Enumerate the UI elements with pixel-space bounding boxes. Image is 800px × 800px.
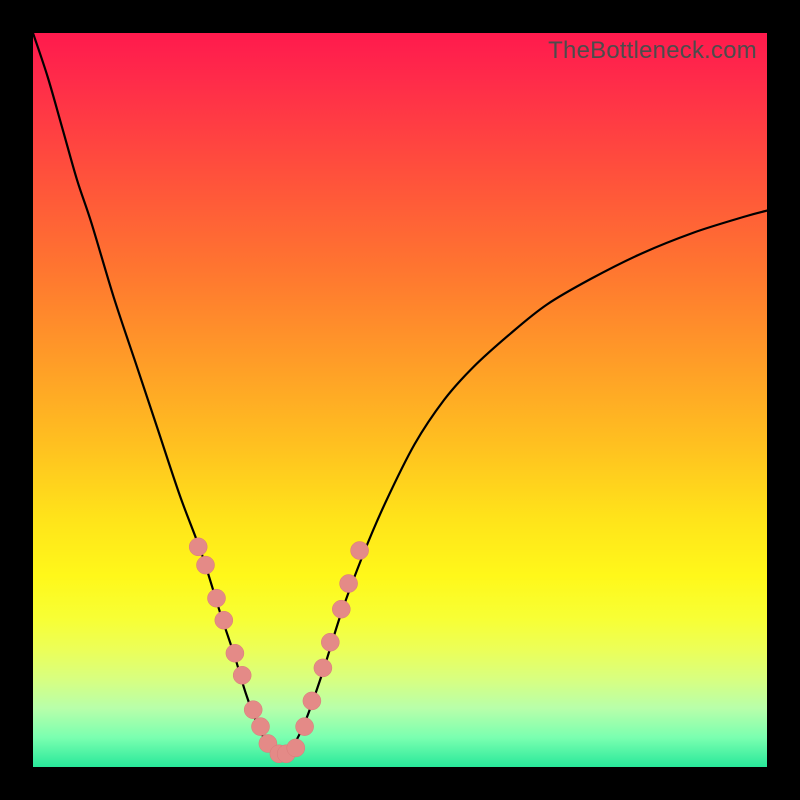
marker-point	[208, 589, 226, 607]
marker-point	[233, 666, 251, 684]
chart-svg	[33, 33, 767, 767]
chart-frame: TheBottleneck.com	[0, 0, 800, 800]
marker-point	[287, 739, 305, 757]
bottleneck-curve	[33, 33, 767, 754]
marker-point	[314, 659, 332, 677]
marker-point	[197, 556, 215, 574]
marker-point	[226, 644, 244, 662]
marker-point	[215, 611, 233, 629]
marker-point	[351, 542, 369, 560]
chart-plot-area: TheBottleneck.com	[33, 33, 767, 767]
marker-point	[244, 701, 262, 719]
marker-point	[189, 538, 207, 556]
marker-point	[252, 718, 270, 736]
marker-point	[332, 600, 350, 618]
marker-point	[303, 692, 321, 710]
marker-point	[296, 718, 314, 736]
marker-point	[321, 633, 339, 651]
marker-point	[340, 575, 358, 593]
curve-markers	[189, 538, 368, 763]
